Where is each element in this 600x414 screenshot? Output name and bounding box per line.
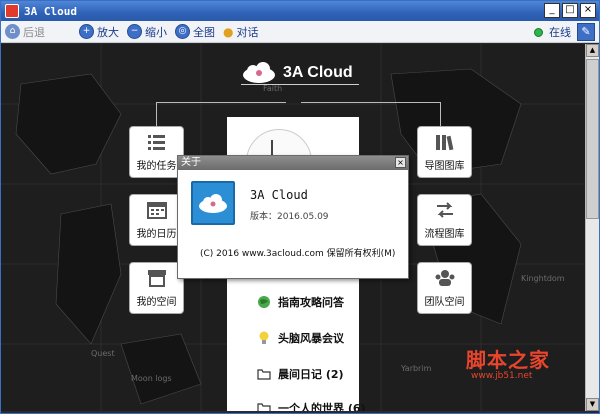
- toolbar: ⌂ 后退 + 放大 − 缩小 ◎ 全图 ● 对话 在线 ✎: [1, 21, 599, 43]
- map-label: Quest: [91, 349, 115, 358]
- map-label: Kinghtdom: [521, 274, 565, 283]
- about-dialog: 关于 × 3A Cloud 版本：2016.05.09 (C) 2016 www…: [177, 155, 409, 279]
- tile-label: 团队空间: [424, 297, 465, 308]
- map-label: Faith: [263, 84, 283, 93]
- vertical-scrollbar[interactable]: ▲ ▼: [585, 44, 599, 411]
- team-icon: [435, 270, 454, 286]
- chat-label: 对话: [236, 25, 259, 39]
- minimize-button[interactable]: _: [544, 3, 560, 18]
- bulb-icon: [259, 331, 269, 344]
- app-logo-icon: [5, 4, 19, 18]
- app-window: 3A Cloud _ □ × ⌂ 后退 + 放大 − 缩小 ◎ 全图 ● 对话: [0, 0, 600, 414]
- settings-button[interactable]: ✎: [577, 23, 595, 41]
- brand-underline: [241, 84, 359, 85]
- watermark-text: 脚本之家: [466, 348, 550, 372]
- tile-flowchart-gallery[interactable]: 流程图库: [417, 194, 472, 246]
- scroll-thumb[interactable]: [586, 59, 599, 219]
- about-app-name: 3A Cloud: [250, 188, 308, 202]
- zoom-out-label: 缩小: [145, 25, 167, 39]
- zoom-out-button[interactable]: − 缩小: [123, 21, 171, 43]
- scroll-down-icon[interactable]: ▼: [586, 398, 599, 411]
- watermark-url: www.jb51.net: [471, 371, 533, 381]
- title-bar[interactable]: 3A Cloud _ □ ×: [1, 1, 599, 21]
- menu-item[interactable]: 头脑风暴会议: [257, 330, 344, 346]
- chat-button[interactable]: ● 对话: [219, 21, 262, 43]
- window-controls: _ □ ×: [544, 3, 596, 18]
- menu-item-label: 一个人的世界 (6): [278, 402, 366, 411]
- tile-team-space[interactable]: 团队空间: [417, 262, 472, 314]
- about-logo: [191, 181, 235, 225]
- map-label: Yarbrim: [401, 364, 432, 373]
- calendar-icon: [146, 202, 167, 219]
- window-title: 3A Cloud: [24, 4, 77, 18]
- tile-label: 我的空间: [136, 297, 177, 308]
- menu-item-label: 头脑风暴会议: [278, 332, 344, 345]
- dialog-close-button[interactable]: ×: [395, 157, 406, 168]
- list-icon: [147, 135, 165, 150]
- menu-item-label: 指南攻略问答: [278, 296, 344, 309]
- dialog-title-bar[interactable]: 关于 ×: [178, 156, 408, 170]
- chat-icon: ●: [223, 24, 234, 39]
- brand-name: 3A Cloud: [283, 64, 353, 81]
- menu-item-label: 晨间日记 (2): [278, 368, 344, 381]
- books-icon: [435, 135, 453, 151]
- tile-my-space[interactable]: 我的空间: [129, 262, 184, 314]
- menu-item[interactable]: 指南攻略问答: [257, 294, 344, 310]
- zoom-out-icon: −: [127, 24, 142, 39]
- about-copyright: (C) 2016 www.3acloud.com 保留所有权利(M): [200, 249, 396, 259]
- toolbar-right: 在线 ✎: [534, 21, 595, 43]
- folder-icon: [257, 369, 271, 380]
- tile-label: 流程图库: [424, 229, 465, 240]
- tile-my-calendar[interactable]: 我的日历: [129, 194, 184, 246]
- folder-icon: [257, 403, 271, 411]
- menu-item[interactable]: 一个人的世界 (6): [257, 400, 366, 411]
- brand-logo: 3A Cloud: [241, 62, 353, 84]
- map-label: Moon logs: [131, 374, 172, 383]
- back-label: 后退: [23, 25, 45, 39]
- menu-item[interactable]: 晨间日记 (2): [257, 366, 344, 382]
- globe-icon: [258, 296, 270, 308]
- fit-all-icon: ◎: [175, 24, 190, 39]
- store-icon: [147, 270, 166, 287]
- online-status-icon: [534, 27, 543, 37]
- zoom-in-icon: +: [79, 24, 94, 39]
- online-status: 在线: [549, 26, 571, 39]
- fit-all-label: 全图: [193, 25, 215, 39]
- tile-label: 我的任务: [136, 161, 177, 172]
- back-button[interactable]: ⌂ 后退: [1, 21, 49, 43]
- about-version: 版本：2016.05.09: [250, 212, 329, 222]
- dialog-title: 关于: [181, 157, 201, 168]
- home-icon: ⌂: [5, 24, 20, 39]
- close-button[interactable]: ×: [580, 3, 596, 18]
- maximize-button[interactable]: □: [562, 3, 578, 18]
- zoom-in-button[interactable]: + 放大: [75, 21, 123, 43]
- cloud-logo-icon: [243, 62, 275, 83]
- scroll-up-icon[interactable]: ▲: [586, 44, 599, 57]
- swap-icon: [436, 202, 453, 218]
- tile-my-tasks[interactable]: 我的任务: [129, 126, 184, 178]
- cloud-logo-icon: [199, 194, 227, 213]
- tile-mindmap-gallery[interactable]: 导图图库: [417, 126, 472, 178]
- tile-label: 导图图库: [424, 161, 465, 172]
- zoom-in-label: 放大: [97, 25, 119, 39]
- fit-all-button[interactable]: ◎ 全图: [171, 21, 219, 43]
- tile-label: 我的日历: [136, 229, 177, 240]
